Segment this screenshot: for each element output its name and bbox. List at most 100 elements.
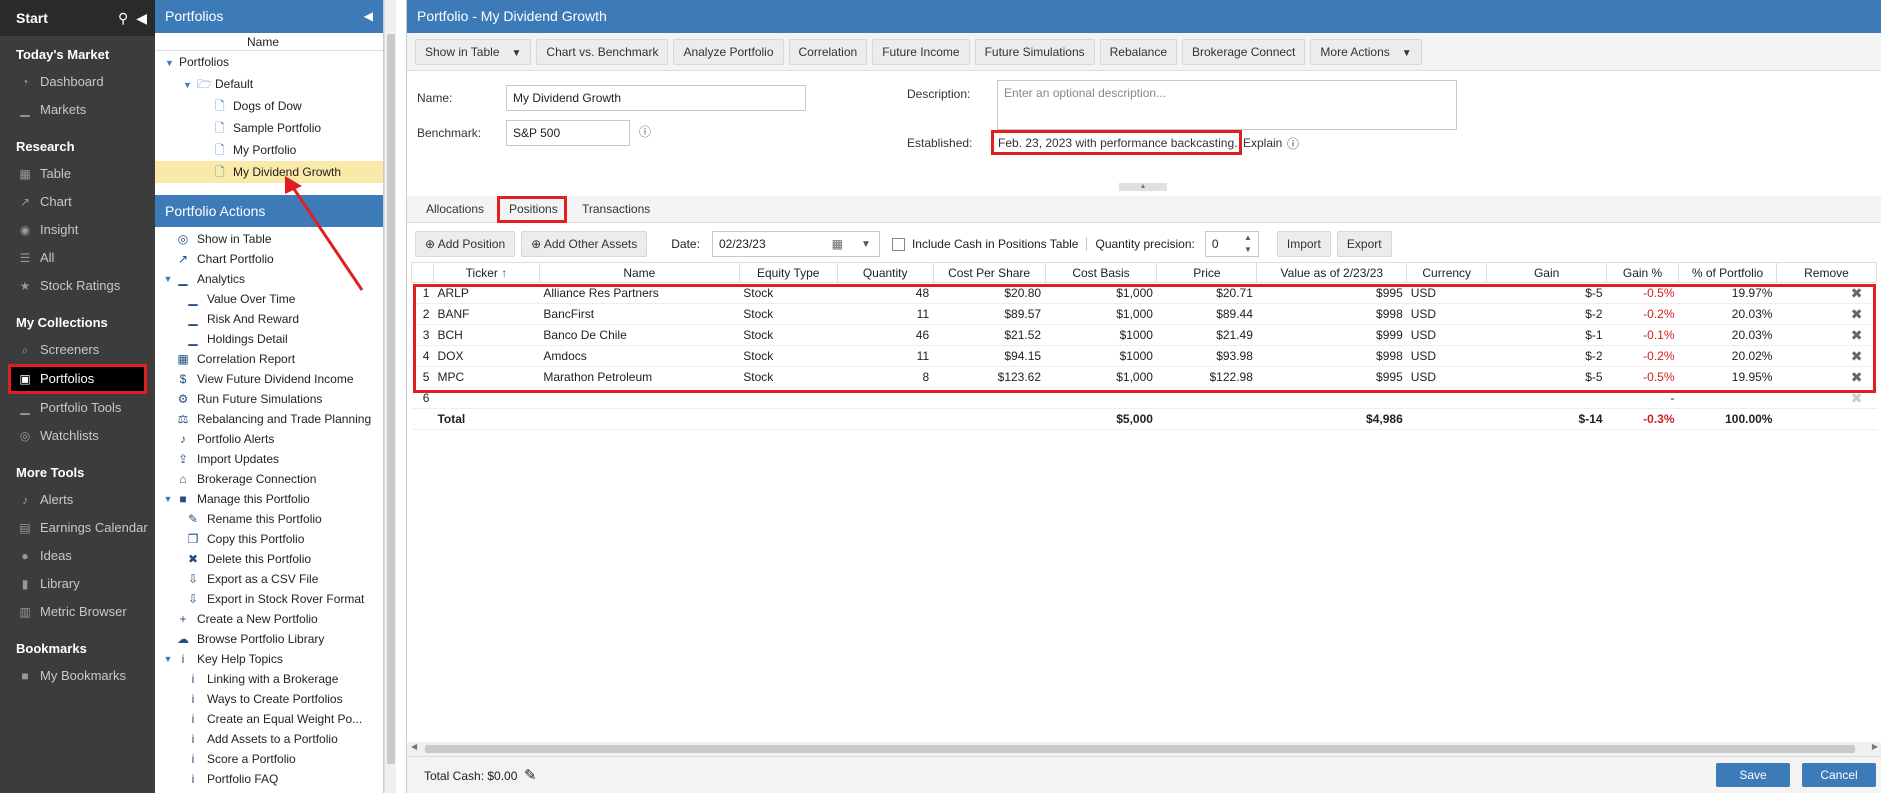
action-run-future-simulations[interactable]: ⚙ Run Future Simulations: [155, 389, 383, 409]
tree-scrollbar[interactable]: [384, 0, 396, 793]
tree-item-portfolio[interactable]: 🗋 My Portfolio: [155, 139, 383, 161]
search-icon[interactable]: ⚲: [118, 10, 128, 27]
splitter-handle[interactable]: ▲: [1119, 183, 1167, 191]
stepper-arrows-icon[interactable]: ▲ ▼: [1244, 232, 1252, 256]
column-header[interactable]: % of Portfolio: [1678, 262, 1777, 283]
toolbar-show-in-table-button[interactable]: Show in Table ▼: [415, 38, 532, 65]
date-input[interactable]: 02/23/23 ▦ ▼: [711, 231, 880, 257]
tree-folder[interactable]: ▼ 🗁 Default: [155, 73, 383, 95]
toolbar-chart-vs-benchmark-button[interactable]: Chart vs. Benchmark: [536, 38, 669, 65]
action-portfolio-alerts[interactable]: ♪ Portfolio Alerts: [155, 429, 383, 449]
sidebar-item-markets[interactable]: ▁ Markets: [0, 96, 155, 124]
action-export-in-stock-rover-format[interactable]: ⇩ Export in Stock Rover Format: [155, 589, 383, 609]
action-browse-portfolio-library[interactable]: ☁ Browse Portfolio Library: [155, 629, 383, 649]
sidebar-item-all[interactable]: ☰ All: [0, 244, 155, 272]
action-score-a-portfolio[interactable]: i Score a Portfolio: [155, 749, 383, 769]
sidebar-item-metric-browser[interactable]: ▥ Metric Browser: [0, 598, 155, 626]
column-header[interactable]: Value as of 2/23/23: [1256, 262, 1408, 283]
tree-item-portfolio[interactable]: 🗋 Sample Portfolio: [155, 117, 383, 139]
column-header[interactable]: Quantity: [836, 262, 934, 283]
action-portfolio-faq[interactable]: i Portfolio FAQ: [155, 769, 383, 789]
description-input[interactable]: Enter an optional description...: [997, 80, 1457, 130]
chevron-down-icon[interactable]: ▼: [861, 239, 871, 250]
action-delete-this-portfolio[interactable]: ✖ Delete this Portfolio: [155, 549, 383, 569]
sidebar-item-screeners[interactable]: ⌕ Screeners: [0, 336, 155, 364]
column-header[interactable]: Remove: [1775, 262, 1878, 283]
benchmark-input[interactable]: S&P 500: [506, 120, 630, 146]
sidebar-item-insight[interactable]: ◉ Insight: [0, 216, 155, 244]
grid-horizontal-scrollbar[interactable]: ◀ ▶: [407, 742, 1881, 756]
sidebar-item-stock-ratings[interactable]: ★ Stock Ratings: [0, 272, 155, 300]
column-header[interactable]: Name: [538, 262, 740, 283]
add-other-assets-button[interactable]: ⊕ Add Other Assets: [521, 231, 648, 257]
toolbar-future-simulations-button[interactable]: Future Simulations: [974, 38, 1095, 65]
expand-icon[interactable]: ▼: [183, 74, 197, 96]
start-label[interactable]: Start: [16, 10, 118, 26]
toolbar-rebalance-button[interactable]: Rebalance: [1099, 38, 1177, 65]
action-linking-with-a-brokerage[interactable]: i Linking with a Brokerage: [155, 669, 383, 689]
include-cash-checkbox[interactable]: [891, 237, 905, 251]
action-create-an-equal-weight-po[interactable]: i Create an Equal Weight Po...: [155, 709, 383, 729]
tree-root[interactable]: ▼ Portfolios: [155, 51, 383, 73]
collapse-icon[interactable]: ◀: [136, 10, 147, 27]
action-risk-and-reward[interactable]: ▁ Risk And Reward: [155, 309, 383, 329]
sidebar-item-my-bookmarks[interactable]: ■ My Bookmarks: [0, 662, 155, 690]
tree-column-header[interactable]: Name: [155, 33, 383, 51]
tab-positions[interactable]: Positions: [509, 196, 558, 223]
action-add-assets-to-a-portfolio[interactable]: i Add Assets to a Portfolio: [155, 729, 383, 749]
toolbar-brokerage-connect-button[interactable]: Brokerage Connect: [1182, 38, 1306, 65]
action-create-a-new-portfolio[interactable]: + Create a New Portfolio: [155, 609, 383, 629]
column-header[interactable]: Cost Per Share: [932, 262, 1046, 283]
edit-cash-icon[interactable]: ✎: [524, 766, 537, 784]
sidebar-item-earnings-calendar[interactable]: ▤ Earnings Calendar: [0, 514, 155, 542]
save-button[interactable]: Save: [1716, 763, 1790, 787]
toolbar-more-actions-button[interactable]: More Actions ▼: [1310, 38, 1422, 65]
column-header[interactable]: Currency: [1406, 262, 1488, 283]
action-ways-to-create-portfolios[interactable]: i Ways to Create Portfolios: [155, 689, 383, 709]
column-header[interactable]: Gain: [1486, 262, 1608, 283]
name-input[interactable]: My Dividend Growth: [506, 85, 806, 111]
info-icon[interactable]: ⓘ: [1287, 135, 1299, 152]
sidebar-item-portfolios[interactable]: ▣ Portfolios: [8, 364, 147, 394]
sidebar-item-dashboard[interactable]: ◔ Dashboard: [0, 68, 155, 96]
expand-icon[interactable]: ▼: [161, 649, 175, 669]
expand-icon[interactable]: ▼: [165, 52, 179, 74]
sidebar-item-watchlists[interactable]: ◎ Watchlists: [0, 422, 155, 450]
action-import-updates[interactable]: ⇪ Import Updates: [155, 449, 383, 469]
cancel-button[interactable]: Cancel: [1802, 763, 1876, 787]
column-header[interactable]: Equity Type: [738, 262, 838, 283]
column-header[interactable]: Gain %: [1606, 262, 1680, 283]
action-manage-this-portfolio[interactable]: ▼ ■ Manage this Portfolio: [155, 489, 383, 509]
column-header[interactable]: Price: [1156, 262, 1258, 283]
chevron-down-icon[interactable]: ▼: [512, 48, 522, 59]
action-key-help-topics[interactable]: ▼ i Key Help Topics: [155, 649, 383, 669]
import-button[interactable]: Import: [1276, 231, 1331, 257]
expand-icon[interactable]: ▼: [161, 269, 175, 289]
tab-transactions[interactable]: Transactions: [582, 196, 650, 223]
toolbar-analyze-portfolio-button[interactable]: Analyze Portfolio: [673, 38, 784, 65]
action-holdings-detail[interactable]: ▁ Holdings Detail: [155, 329, 383, 349]
sidebar-item-ideas[interactable]: ● Ideas: [0, 542, 155, 570]
sidebar-item-portfolio-tools[interactable]: ▁ Portfolio Tools: [0, 394, 155, 422]
toolbar-future-income-button[interactable]: Future Income: [872, 38, 970, 65]
action-rebalancing-and-trade-planning[interactable]: ⚖ Rebalancing and Trade Planning: [155, 409, 383, 429]
sort-arrow-up-icon[interactable]: ↑: [498, 266, 507, 280]
sidebar-item-table[interactable]: ▦ Table: [0, 160, 155, 188]
calendar-icon[interactable]: ▦: [832, 237, 843, 251]
tree-item-portfolio[interactable]: 🗋 Dogs of Dow: [155, 95, 383, 117]
info-icon[interactable]: ⓘ: [639, 123, 651, 140]
action-brokerage-connection[interactable]: ⌂ Brokerage Connection: [155, 469, 383, 489]
explain-link[interactable]: Explain: [1243, 136, 1282, 150]
column-header[interactable]: Ticker ↑: [432, 262, 540, 283]
sidebar-item-alerts[interactable]: ♪ Alerts: [0, 486, 155, 514]
export-button[interactable]: Export: [1336, 231, 1392, 257]
add-position-button[interactable]: ⊕ Add Position: [415, 231, 516, 257]
column-header[interactable]: [411, 262, 434, 283]
action-correlation-report[interactable]: ▦ Correlation Report: [155, 349, 383, 369]
sidebar-item-library[interactable]: ▮ Library: [0, 570, 155, 598]
tab-allocations[interactable]: Allocations: [426, 196, 484, 223]
quantity-precision-stepper[interactable]: 0 ▲ ▼: [1204, 231, 1259, 257]
action-copy-this-portfolio[interactable]: ❐ Copy this Portfolio: [155, 529, 383, 549]
toolbar-correlation-button[interactable]: Correlation: [788, 38, 868, 65]
column-header[interactable]: Cost Basis: [1044, 262, 1158, 283]
